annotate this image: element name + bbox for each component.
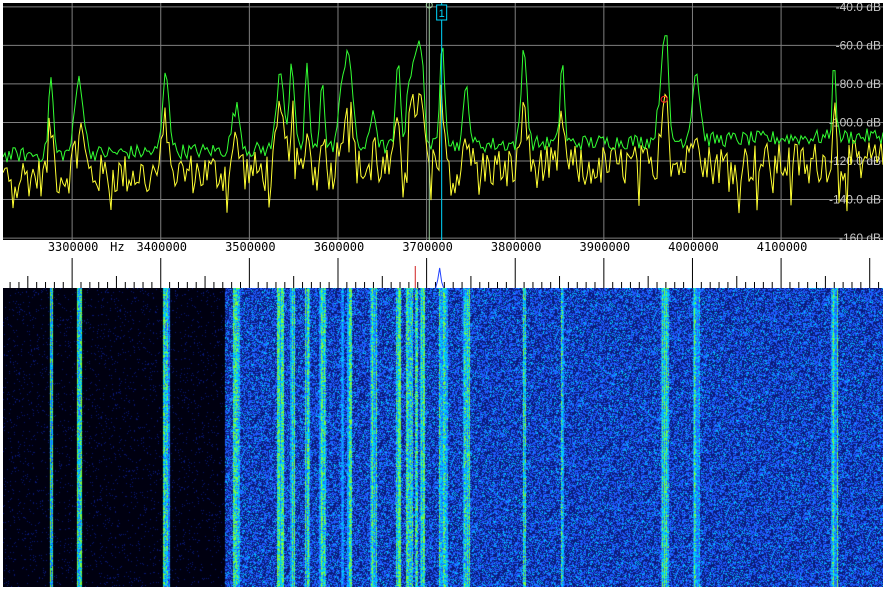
mini-spectrum-blue-spike [435, 267, 445, 288]
peak-hold-trace [3, 35, 883, 163]
spectrum-panel[interactable]: -40.0 dB -60.0 dB -80.0 dB -100.0 dB -120.0 … [3, 3, 883, 240]
db-label: -60.0 dB [836, 38, 881, 52]
frequency-tick-label: 3900000 [580, 240, 631, 254]
frequency-tick-label: 3600000 [314, 240, 365, 254]
frequency-tick-label: 3500000 [225, 240, 276, 254]
sdr-display: -40.0 dB -60.0 dB -80.0 dB -100.0 dB -120.0 … [0, 0, 886, 590]
marker-label: 1 [439, 8, 445, 20]
frequency-tick-label: 3800000 [491, 240, 542, 254]
frequency-scale-axis[interactable]: 3300000 3400000 3500000 3600000 3700000 38000… [3, 240, 883, 288]
frequency-scale[interactable]: 3300000 3400000 3500000 3600000 3700000 38000… [3, 240, 883, 288]
frequency-tick-label: 4000000 [668, 240, 719, 254]
spectrum-plot[interactable]: -40.0 dB-60.0 dB-80.0 dB-100.0 dB-120.0 … [3, 3, 883, 240]
db-label: -160 dB [839, 231, 881, 240]
db-label: -40.0 dB [836, 3, 881, 14]
frequency-tick-label: 4100000 [757, 240, 808, 254]
db-label: -80.0 dB [836, 77, 881, 91]
frequency-tick-label: 3700000 [402, 240, 453, 254]
db-label: -120.0 dB [829, 154, 881, 168]
waterfall-canvas[interactable] [3, 288, 883, 587]
frequency-unit-label: Hz [110, 240, 124, 254]
live-spectrum-trace [3, 84, 883, 214]
frequency-tick-label: 3400000 [136, 240, 187, 254]
db-label: -140.0 dB [829, 193, 881, 207]
frequency-tick-label: 3300000 [48, 240, 99, 254]
waterfall-panel[interactable] [3, 288, 883, 587]
